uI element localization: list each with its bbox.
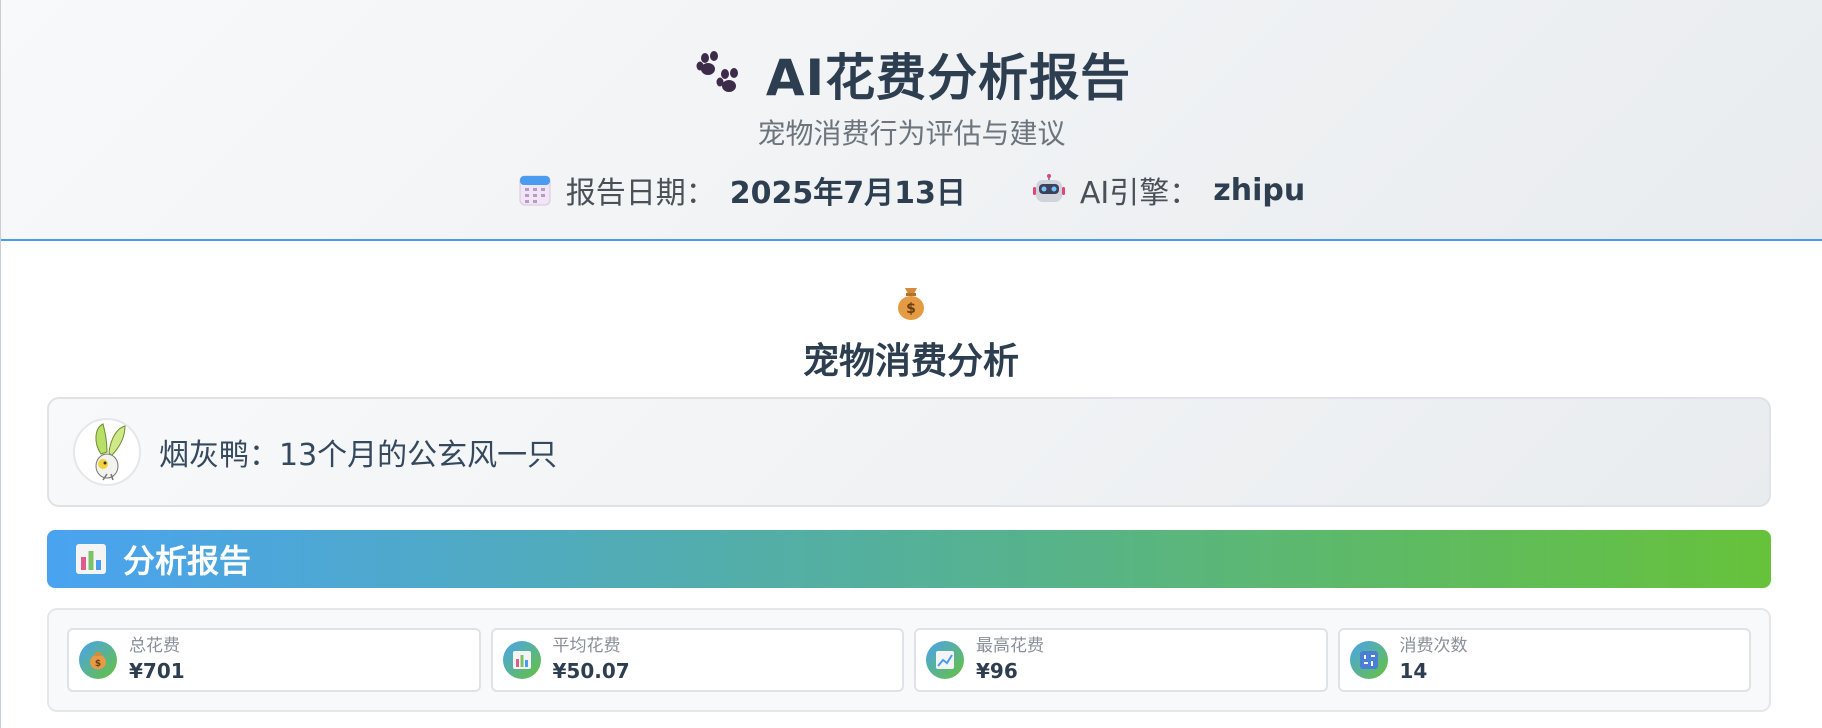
pet-name: 烟灰鸭： — [159, 438, 279, 473]
section-header: $ 宠物消费分析 — [0, 282, 1822, 384]
pet-avatar — [73, 418, 141, 486]
stat-label: 平均花费 — [552, 636, 621, 656]
stat-value: 14 — [1399, 659, 1428, 683]
report-date: 报告日期： 2025年7月13日 — [518, 168, 966, 212]
ai-engine-value: zhipu — [1213, 172, 1306, 208]
bar-chart-icon — [502, 641, 541, 679]
report-date-value: 2025年7月13日 — [729, 176, 966, 211]
page-subtitle: 宠物消费行为评估与建议 — [757, 117, 1066, 150]
stat-label: 总花费 — [129, 636, 180, 656]
calendar-icon — [519, 175, 551, 206]
pet-card: 烟灰鸭：13个月的公玄风一只 — [47, 397, 1771, 507]
page-title: AI花费分析报告 — [765, 49, 1132, 107]
analysis-report-title: 分析报告 — [123, 542, 252, 580]
stat-card-total: $ 总花费 ¥701 — [67, 628, 481, 692]
stat-value: ¥96 — [976, 659, 1018, 683]
bar-chart-icon — [76, 544, 106, 574]
pet-info: 烟灰鸭：13个月的公玄风一只 — [159, 430, 557, 474]
paw-icon — [696, 51, 738, 92]
report-date-label: 报告日期： — [565, 176, 716, 211]
ai-engine-label: AI引擎： — [1079, 176, 1200, 211]
analysis-report-header: 分析报告 — [47, 530, 1771, 588]
stat-card-max: 最高花费 ¥96 — [914, 628, 1328, 692]
money-bag-icon: $ — [898, 288, 924, 320]
meta-row: 报告日期： 2025年7月13日 AI引擎： zhipu — [1, 168, 1822, 212]
pet-description: 13个月的公玄风一只 — [279, 438, 558, 473]
stat-label: 消费次数 — [1399, 636, 1468, 656]
stats-panel: $ 总花费 ¥701 平均花费 ¥50.07 最高花费 ¥96 消费次数 14 — [47, 608, 1771, 712]
section-title: 宠物消费分析 — [802, 341, 1019, 382]
ai-engine: AI引擎： zhipu — [1032, 168, 1305, 212]
bird-avatar — [95, 423, 126, 481]
stat-card-count: 消费次数 14 — [1337, 628, 1751, 692]
title-row: AI花费分析报告 — [1, 38, 1822, 110]
stat-card-average: 平均花费 ¥50.07 — [490, 628, 904, 692]
stat-label: 最高花费 — [976, 636, 1044, 656]
trend-up-icon — [926, 641, 964, 679]
money-bag-icon: $ — [79, 641, 117, 679]
report-header: AI花费分析报告 宠物消费行为评估与建议 报告日期： 2025年7月13日 AI… — [1, 0, 1822, 241]
robot-icon — [1032, 174, 1065, 202]
stat-value: ¥701 — [129, 659, 185, 683]
stat-value: ¥50.07 — [552, 659, 630, 683]
svg-text:$: $ — [906, 301, 916, 317]
numbers-icon — [1349, 641, 1388, 679]
svg-text:$: $ — [95, 659, 101, 669]
